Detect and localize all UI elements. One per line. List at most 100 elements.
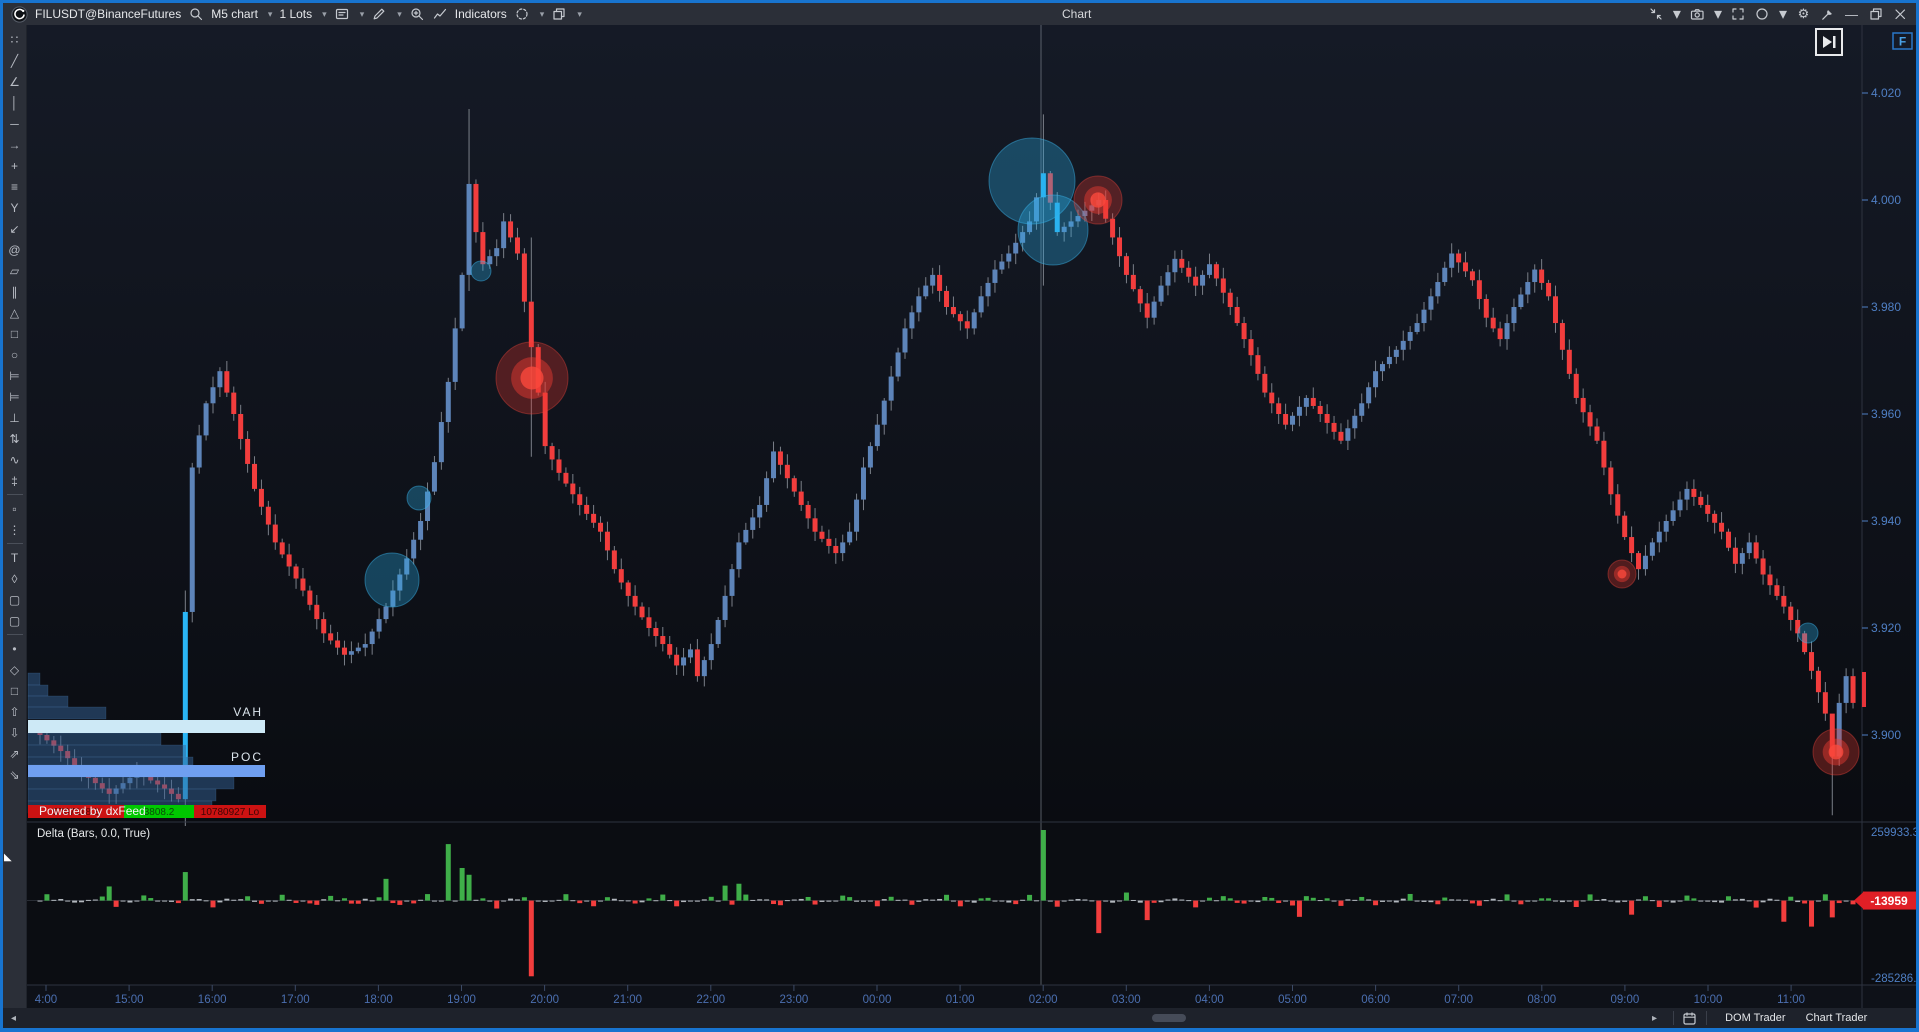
caret-down-icon[interactable]: ▾ [1673, 4, 1681, 24]
shrink-icon[interactable] [1649, 6, 1664, 22]
symbol-label[interactable]: FILUSDT@BinanceFutures [35, 7, 181, 21]
buy-bubble-marker [471, 261, 491, 281]
profile-right-icon[interactable]: ⊨ [4, 386, 26, 407]
lots-select[interactable]: 1 Lots [279, 7, 312, 21]
pin-icon[interactable] [1820, 6, 1835, 22]
triangle-icon[interactable]: △ [4, 302, 26, 323]
caret-down-icon[interactable]: ▾ [360, 9, 365, 20]
svg-text:03:00: 03:00 [1112, 994, 1141, 1006]
diamond-marker-icon[interactable]: ◇ [4, 659, 26, 680]
window-frame-top [0, 0, 1919, 3]
vertical-line-icon[interactable]: │ [4, 92, 26, 113]
bottom-bar: ◂ ▸ DOM Trader Chart Trader [3, 1008, 1916, 1028]
parallel-lines-icon[interactable]: ∥ [4, 281, 26, 302]
caret-down-icon[interactable]: ▾ [322, 9, 327, 20]
square-marker-icon[interactable]: □ [4, 680, 26, 701]
svg-text:4.020: 4.020 [1871, 86, 1901, 100]
arrow-icon[interactable]: → [4, 134, 26, 155]
select-rect-icon[interactable]: ▫ [4, 498, 26, 519]
svg-text:23:00: 23:00 [780, 994, 809, 1006]
time-axis[interactable]: 4:0015:0016:0017:0018:0019:0020:0021:002… [35, 985, 1805, 1006]
histogram-icon[interactable]: ⊥ [4, 407, 26, 428]
svg-text:20:00: 20:00 [530, 994, 559, 1006]
powered-by-label: Powered by dxFeed [39, 804, 146, 818]
scrollbar-track[interactable] [22, 1008, 1652, 1028]
camera-icon[interactable] [1690, 6, 1705, 22]
trend-arrow-icon[interactable]: ↙ [4, 218, 26, 239]
search-area-icon[interactable]: @ [4, 239, 26, 260]
crosshair-circle-icon[interactable] [514, 6, 530, 22]
buy-bubble-marker [365, 553, 419, 607]
svg-text:16:00: 16:00 [198, 994, 227, 1006]
search-icon[interactable] [188, 6, 204, 22]
svg-text:19:00: 19:00 [447, 994, 476, 1006]
arrow-up-icon[interactable]: ⇧ [4, 701, 26, 722]
caret-down-icon[interactable]: ▾ [268, 9, 273, 20]
indicators-button[interactable]: Indicators [455, 7, 507, 21]
chart-trader-tab[interactable]: Chart Trader [1796, 1012, 1878, 1024]
expand-icon[interactable] [1731, 6, 1746, 22]
tag-icon[interactable]: ◊ [4, 568, 26, 589]
svg-text:11:00: 11:00 [1777, 994, 1805, 1006]
scroll-right-button[interactable]: ▸ [1652, 1013, 1657, 1024]
caret-down-icon[interactable]: ▾ [577, 9, 582, 20]
svg-text:3.980: 3.980 [1871, 300, 1901, 314]
layers-icon[interactable] [551, 6, 567, 22]
chart-canvas[interactable]: VAHPOC5707118.83808.210780927 LoPowered … [27, 25, 1916, 1008]
fib-levels-icon[interactable]: ≡ [4, 176, 26, 197]
ruler-icon[interactable]: ▱ [4, 260, 26, 281]
rectangle-icon[interactable]: □ [4, 323, 26, 344]
caret-down-icon[interactable]: ▾ [1714, 4, 1722, 24]
select-column-icon[interactable]: ⋮ [4, 519, 26, 540]
zoom-in-icon[interactable] [409, 6, 425, 22]
horizontal-line-icon[interactable]: ─ [4, 113, 26, 134]
svg-text:3.960: 3.960 [1871, 407, 1901, 421]
delta-indicator-label[interactable]: Delta (Bars, 0.0, True) [37, 828, 150, 840]
poc-band [28, 765, 265, 777]
pencil-icon[interactable] [371, 6, 387, 22]
spread-icon[interactable]: ‡ [4, 470, 26, 491]
circle-tool-icon[interactable] [1755, 6, 1770, 22]
dom-trader-tab[interactable]: DOM Trader [1715, 1012, 1796, 1024]
trend-up-icon[interactable]: ⇗ [4, 743, 26, 764]
dot-marker-icon[interactable]: • [4, 638, 26, 659]
drag-handle-icon[interactable]: ∷ [4, 29, 26, 50]
titlebar-window-controls: ▾ ▾ ▾ ⚙ — [1649, 3, 1907, 25]
svg-text:4.000: 4.000 [1871, 193, 1901, 207]
ellipse-icon[interactable]: ○ [4, 344, 26, 365]
caret-down-icon[interactable]: ▾ [397, 9, 402, 20]
cross-icon[interactable]: + [4, 155, 26, 176]
callout2-icon[interactable]: ▢ [4, 610, 26, 631]
angle-icon[interactable]: ∠ [4, 71, 26, 92]
divider [1673, 1011, 1674, 1025]
timeframe-select[interactable]: M5 chart [211, 7, 258, 21]
callout-icon[interactable]: ▢ [4, 589, 26, 610]
last-price-marker [1862, 672, 1866, 707]
svg-text:07:00: 07:00 [1444, 994, 1473, 1006]
quote-board-icon[interactable] [334, 6, 350, 22]
scroll-left-button[interactable]: ◂ [11, 1013, 16, 1024]
go-to-end-button[interactable] [1816, 29, 1842, 55]
svg-text:09:00: 09:00 [1611, 994, 1640, 1006]
chart-area[interactable]: VAHPOC5707118.83808.210780927 LoPowered … [27, 25, 1916, 1008]
app-window: FILUSDT@BinanceFuturesM5 chart▾1 Lots▾▾▾… [0, 0, 1919, 1032]
calendar-icon[interactable] [1682, 1011, 1698, 1026]
restore-icon[interactable] [1868, 6, 1883, 22]
close-icon[interactable] [1892, 6, 1907, 22]
trend-line-icon[interactable]: ╱ [4, 50, 26, 71]
profile-left-icon[interactable]: ⊨ [4, 365, 26, 386]
arrows-updown-icon[interactable]: ⇅ [4, 428, 26, 449]
arrow-down-icon[interactable]: ⇩ [4, 722, 26, 743]
zigzag-icon[interactable]: ∿ [4, 449, 26, 470]
caret-down-icon[interactable]: ▾ [540, 9, 545, 20]
trend-down-icon[interactable]: ⇘ [4, 764, 26, 785]
gear-icon[interactable]: ⚙ [1796, 6, 1811, 22]
caret-down-icon[interactable]: ▾ [1779, 4, 1787, 24]
buy-bubble-marker [407, 486, 431, 510]
window-title: Chart [1062, 3, 1091, 25]
minimize-icon[interactable]: — [1844, 6, 1859, 22]
pitchfork-icon[interactable]: Y [4, 197, 26, 218]
line-chart-icon[interactable] [432, 6, 448, 22]
scrollbar-thumb[interactable] [1152, 1014, 1186, 1022]
text-tool-icon[interactable]: T [4, 547, 26, 568]
